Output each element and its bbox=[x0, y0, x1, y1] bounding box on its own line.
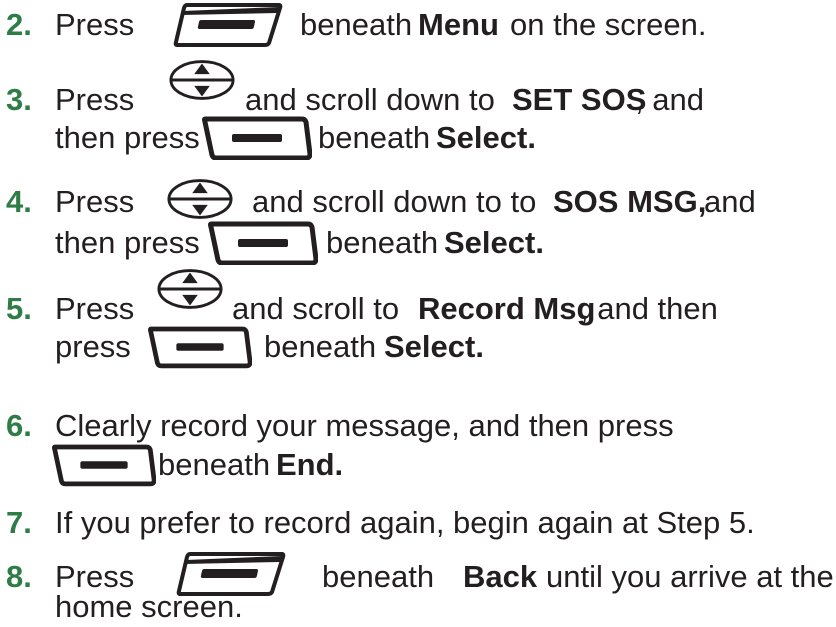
step-text: until you arrive at the bbox=[546, 559, 834, 594]
step-text: then press bbox=[55, 120, 200, 155]
step-text: and scroll down to bbox=[245, 82, 495, 117]
step-text: Press bbox=[55, 291, 135, 326]
step-text: , and bbox=[635, 82, 704, 117]
step-text: beneath bbox=[300, 7, 413, 42]
scroll-nav-icon bbox=[166, 177, 234, 221]
step-text: beneath bbox=[264, 329, 377, 364]
step-text: home screen. bbox=[55, 589, 243, 624]
step-keyword: Select. bbox=[436, 120, 536, 155]
step-text: Clearly record your message, and then pr… bbox=[55, 408, 674, 443]
step-text: and bbox=[704, 184, 756, 219]
step-text: Press bbox=[55, 184, 135, 219]
step-keyword: Back bbox=[463, 559, 538, 594]
step-number: 4. bbox=[6, 184, 32, 219]
left-softkey-icon bbox=[172, 3, 284, 47]
step-keyword: SET SOS bbox=[512, 82, 647, 117]
right-softkey-icon bbox=[208, 221, 318, 265]
scroll-nav-icon bbox=[156, 267, 224, 311]
step-text: and scroll down to to bbox=[252, 184, 537, 219]
step-number: 3. bbox=[6, 82, 32, 117]
step-text: Press bbox=[55, 82, 135, 117]
step-keyword: Select. bbox=[444, 225, 544, 260]
step-number: 7. bbox=[6, 505, 32, 540]
step-number: 8. bbox=[6, 559, 32, 594]
step-text: beneath bbox=[326, 225, 439, 260]
right-softkey-icon bbox=[148, 325, 252, 369]
step-text: beneath bbox=[158, 447, 271, 482]
right-softkey-icon bbox=[202, 116, 312, 160]
step-text: , and then bbox=[580, 291, 718, 326]
step-keyword: End. bbox=[276, 447, 344, 482]
step-keyword: Record Msg bbox=[418, 291, 596, 326]
step-keyword: Select. bbox=[384, 329, 484, 364]
step-number: 5. bbox=[6, 291, 32, 326]
step-text: on the screen. bbox=[510, 7, 707, 42]
right-softkey-icon bbox=[52, 443, 156, 487]
step-text: beneath bbox=[322, 559, 435, 594]
scroll-nav-icon bbox=[168, 58, 236, 102]
step-keyword: Menu bbox=[418, 7, 499, 42]
step-text: then press bbox=[55, 225, 200, 260]
step-text: beneath bbox=[318, 120, 431, 155]
step-text: press bbox=[55, 329, 131, 364]
step-text: and scroll to bbox=[232, 291, 400, 326]
step-number: 2. bbox=[6, 7, 32, 42]
step-keyword: SOS MSG, bbox=[553, 184, 707, 219]
step-text: Press bbox=[55, 7, 135, 42]
step-number: 6. bbox=[6, 408, 32, 443]
step-text: If you prefer to record again, begin aga… bbox=[55, 505, 755, 540]
